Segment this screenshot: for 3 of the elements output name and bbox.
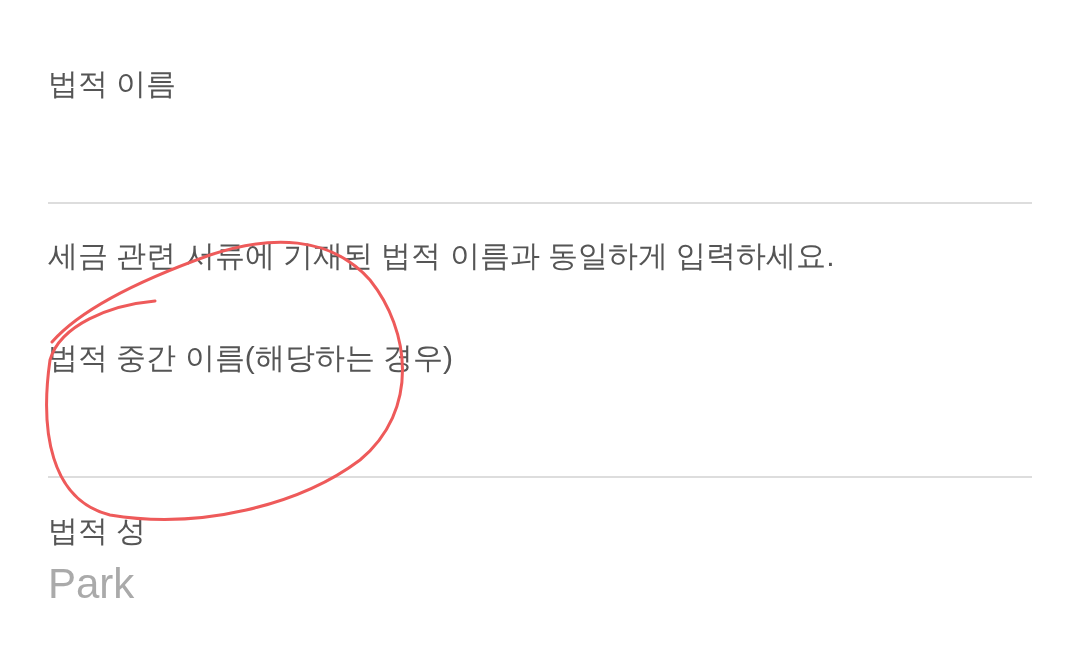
field-label: 법적 성 <box>48 513 147 549</box>
text-field[interactable]: Park <box>48 555 1032 611</box>
field-label: 법적 이름 <box>48 66 177 102</box>
